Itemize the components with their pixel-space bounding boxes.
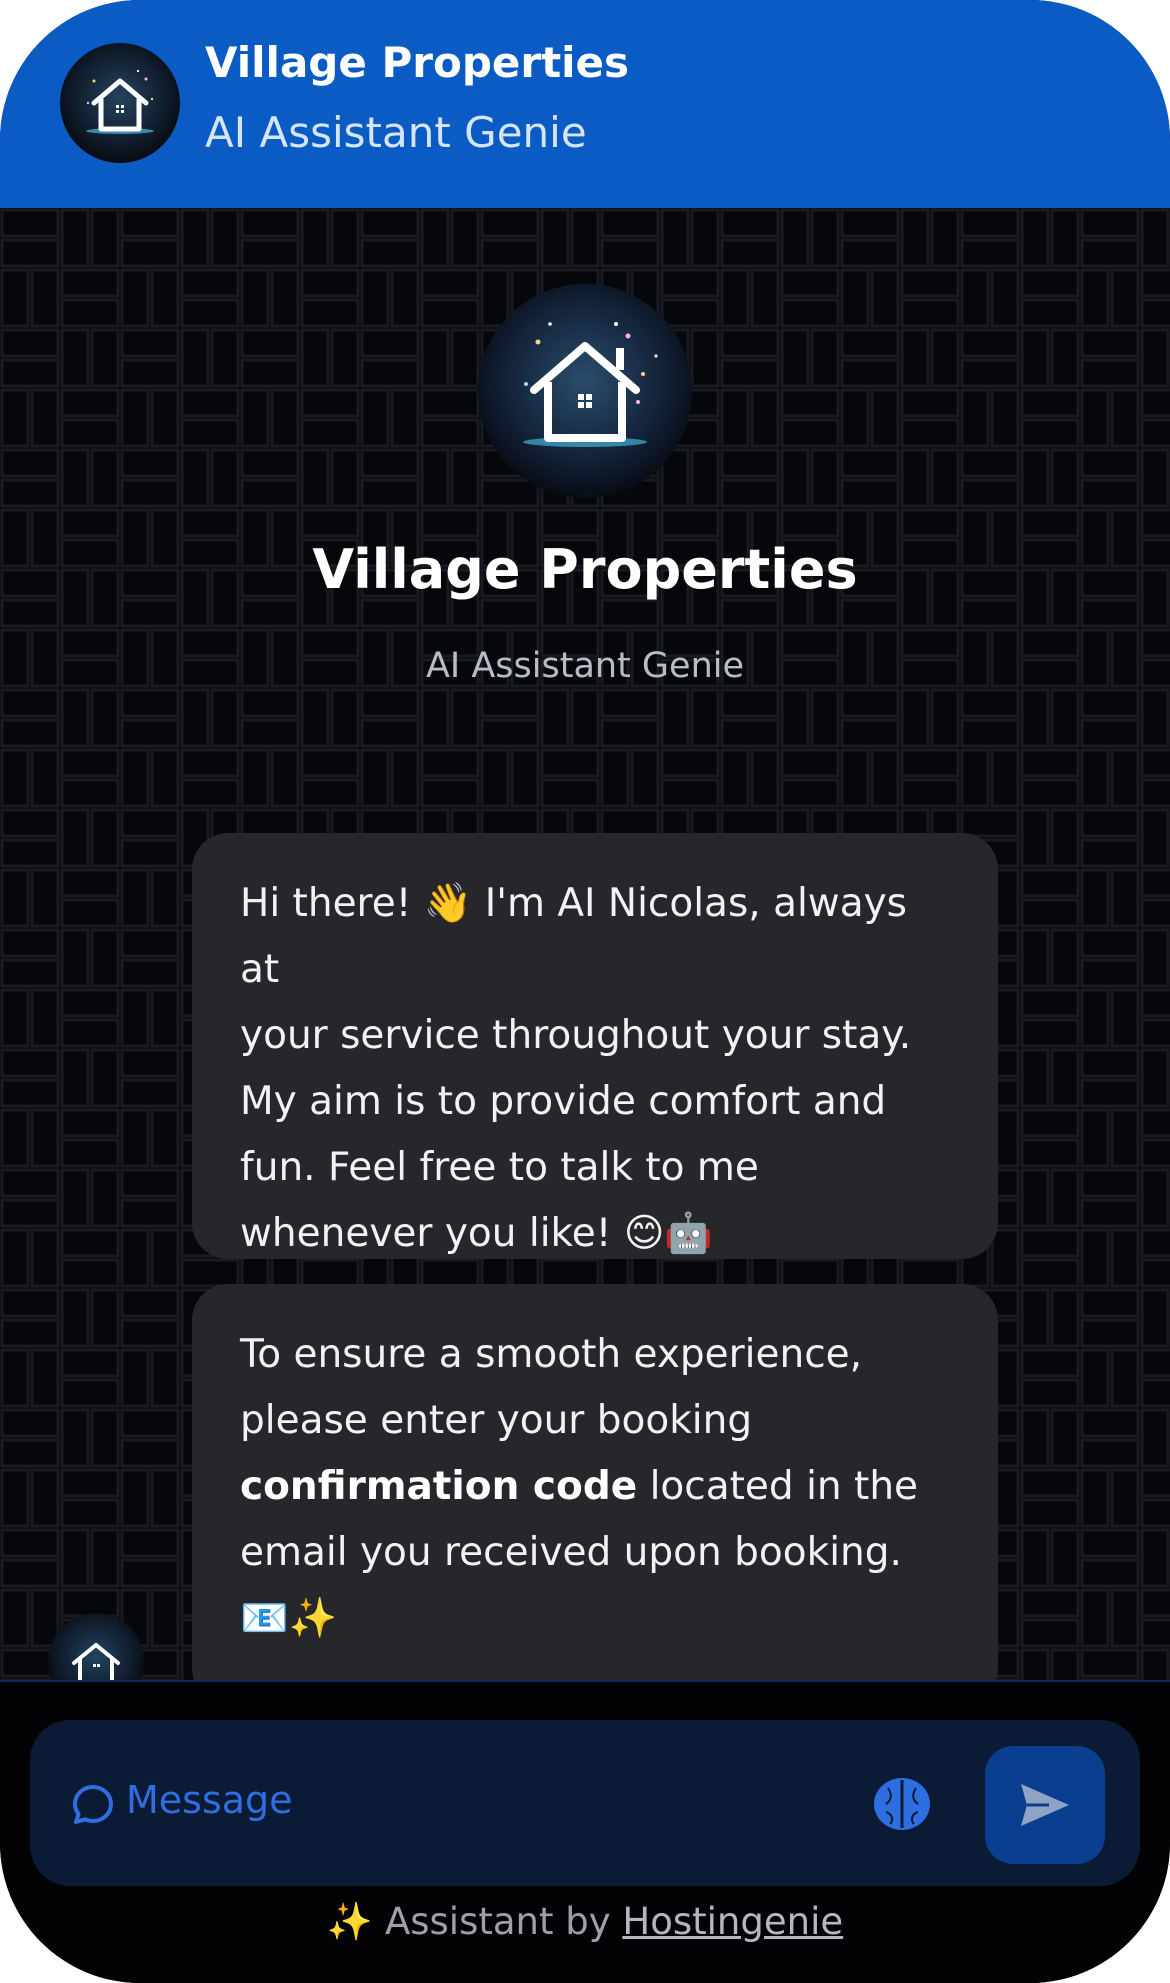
message-line: email you received upon booking. xyxy=(240,1530,902,1575)
header-subtitle: AI Assistant Genie xyxy=(205,108,587,157)
message-line: 📧✨ xyxy=(240,1596,338,1641)
header-title: Village Properties xyxy=(205,38,630,87)
message-line: My aim is to provide comfort and xyxy=(240,1079,887,1124)
house-logo-icon xyxy=(478,284,692,498)
brain-icon[interactable] xyxy=(870,1772,934,1836)
message-line: fun. Feel free to talk to me xyxy=(240,1145,759,1190)
message-line: confirmation code located in the xyxy=(240,1454,954,1520)
footer-text: Assistant by xyxy=(384,1900,623,1943)
message-line: To ensure a smooth experience, xyxy=(240,1332,863,1377)
assistant-message: To ensure a smooth experience, please en… xyxy=(192,1284,998,1680)
assistant-message: Hi there! 👋 I'm AI Nicolas, always at yo… xyxy=(192,833,998,1259)
footer-attribution: ✨ Assistant by Hostingenie xyxy=(0,1900,1170,1944)
message-line: your service throughout your stay. xyxy=(240,1013,912,1058)
hostingenie-link[interactable]: Hostingenie xyxy=(622,1900,843,1943)
sparkle-icon: ✨ xyxy=(326,1900,373,1943)
message-line: whenever you like! 😊🤖 xyxy=(240,1211,713,1256)
chat-bubble-icon xyxy=(73,1785,113,1824)
send-arrow-icon xyxy=(1021,1784,1069,1826)
chat-header: Village Properties AI Assistant Genie xyxy=(0,0,1170,208)
message-input[interactable]: Message xyxy=(30,1720,1140,1886)
message-bold-text: confirmation code xyxy=(240,1464,638,1509)
message-text: located in the xyxy=(637,1464,919,1509)
hero-title: Village Properties xyxy=(312,538,858,601)
send-button[interactable] xyxy=(985,1746,1105,1864)
app-window: Village Properties AI Assistant Genie Vi… xyxy=(0,0,1170,1983)
house-logo-icon xyxy=(60,43,180,163)
hero-subtitle: AI Assistant Genie xyxy=(425,646,745,686)
message-line: please enter your booking xyxy=(240,1398,753,1443)
message-placeholder: Message xyxy=(126,1778,293,1822)
house-logo-icon xyxy=(48,1613,144,1680)
message-line: Hi there! 👋 I'm AI Nicolas, always at xyxy=(240,881,907,992)
composer-area: Message ✨ Assistant by Hostingenie xyxy=(0,1680,1170,1983)
chat-area[interactable]: Village Properties AI Assistant Genie Hi… xyxy=(0,208,1170,1680)
